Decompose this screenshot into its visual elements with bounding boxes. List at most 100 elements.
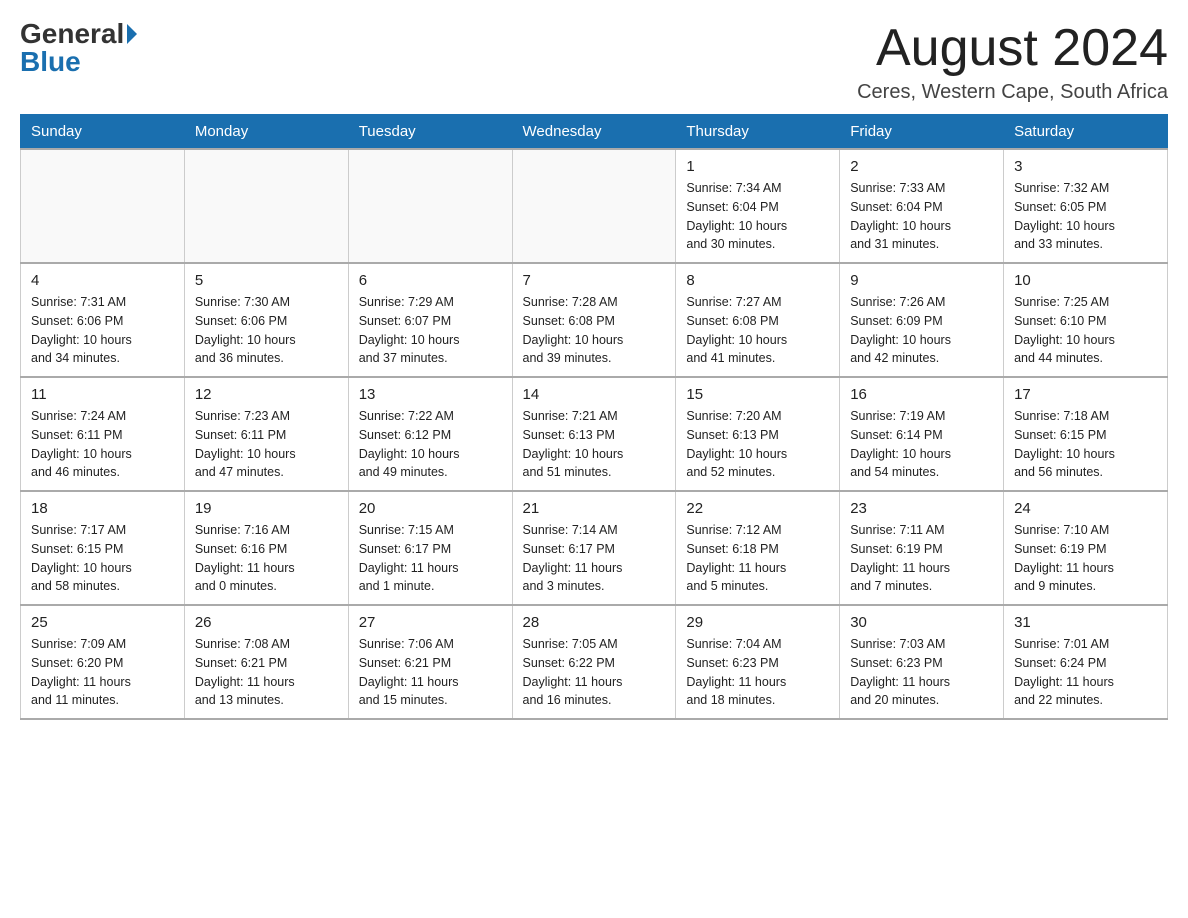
day-info: Sunrise: 7:14 AMSunset: 6:17 PMDaylight:… [523,521,666,596]
day-number: 17 [1014,386,1157,403]
day-number: 15 [686,386,829,403]
day-info: Sunrise: 7:20 AMSunset: 6:13 PMDaylight:… [686,407,829,482]
day-info: Sunrise: 7:05 AMSunset: 6:22 PMDaylight:… [523,635,666,710]
day-info: Sunrise: 7:09 AMSunset: 6:20 PMDaylight:… [31,635,174,710]
calendar-cell-empty-2 [348,149,512,263]
calendar-cell-16: 16 Sunrise: 7:19 AMSunset: 6:14 PMDayligh… [840,377,1004,491]
day-info: Sunrise: 7:16 AMSunset: 6:16 PMDaylight:… [195,521,338,596]
logo-arrow-icon [127,24,137,44]
day-number: 24 [1014,500,1157,517]
day-info: Sunrise: 7:11 AMSunset: 6:19 PMDaylight:… [850,521,993,596]
calendar-cell-15: 15 Sunrise: 7:20 AMSunset: 6:13 PMDayligh… [676,377,840,491]
calendar-cell-26: 26 Sunrise: 7:08 AMSunset: 6:21 PMDayligh… [184,605,348,719]
day-number: 6 [359,272,502,289]
day-number: 22 [686,500,829,517]
calendar-cell-24: 24 Sunrise: 7:10 AMSunset: 6:19 PMDayligh… [1004,491,1168,605]
day-number: 28 [523,614,666,631]
calendar-cell-6: 6 Sunrise: 7:29 AMSunset: 6:07 PMDaylight… [348,263,512,377]
calendar-table: SundayMondayTuesdayWednesdayThursdayFrid… [20,114,1168,720]
day-info: Sunrise: 7:18 AMSunset: 6:15 PMDaylight:… [1014,407,1157,482]
day-info: Sunrise: 7:01 AMSunset: 6:24 PMDaylight:… [1014,635,1157,710]
calendar-cell-22: 22 Sunrise: 7:12 AMSunset: 6:18 PMDayligh… [676,491,840,605]
day-number: 30 [850,614,993,631]
calendar-header-thursday: Thursday [676,115,840,150]
calendar-cell-21: 21 Sunrise: 7:14 AMSunset: 6:17 PMDayligh… [512,491,676,605]
day-number: 20 [359,500,502,517]
day-info: Sunrise: 7:17 AMSunset: 6:15 PMDaylight:… [31,521,174,596]
calendar-header-saturday: Saturday [1004,115,1168,150]
calendar-cell-30: 30 Sunrise: 7:03 AMSunset: 6:23 PMDayligh… [840,605,1004,719]
day-number: 16 [850,386,993,403]
calendar-cell-13: 13Sunrise: 7:22 AMSunset: 6:12 PMDayligh… [348,377,512,491]
day-number: 18 [31,500,174,517]
calendar-cell-20: 20 Sunrise: 7:15 AMSunset: 6:17 PMDayligh… [348,491,512,605]
day-info: Sunrise: 7:28 AMSunset: 6:08 PMDaylight:… [523,293,666,368]
day-number: 3 [1014,158,1157,175]
day-number: 12 [195,386,338,403]
calendar-cell-29: 29 Sunrise: 7:04 AMSunset: 6:23 PMDayligh… [676,605,840,719]
day-info: Sunrise: 7:32 AMSunset: 6:05 PMDaylight:… [1014,179,1157,254]
calendar-header-wednesday: Wednesday [512,115,676,150]
calendar-cell-12: 12 Sunrise: 7:23 AMSunset: 6:11 PMDayligh… [184,377,348,491]
day-info: Sunrise: 7:27 AMSunset: 6:08 PMDaylight:… [686,293,829,368]
day-number: 19 [195,500,338,517]
day-number: 31 [1014,614,1157,631]
calendar-header-monday: Monday [184,115,348,150]
day-number: 11 [31,386,174,403]
calendar-cell-empty-3 [512,149,676,263]
day-number: 29 [686,614,829,631]
calendar-cell-empty-0 [21,149,185,263]
calendar-week-row-1: 1Sunrise: 7:34 AMSunset: 6:04 PMDaylight… [21,149,1168,263]
calendar-header-friday: Friday [840,115,1004,150]
day-number: 5 [195,272,338,289]
logo: General Blue [20,20,137,76]
calendar-cell-11: 11 Sunrise: 7:24 AMSunset: 6:11 PMDayligh… [21,377,185,491]
calendar-week-row-2: 4Sunrise: 7:31 AMSunset: 6:06 PMDaylight… [21,263,1168,377]
day-info: Sunrise: 7:33 AMSunset: 6:04 PMDaylight:… [850,179,993,254]
day-info: Sunrise: 7:19 AMSunset: 6:14 PMDaylight:… [850,407,993,482]
calendar-cell-3: 3 Sunrise: 7:32 AMSunset: 6:05 PMDaylight… [1004,149,1168,263]
calendar-cell-7: 7 Sunrise: 7:28 AMSunset: 6:08 PMDaylight… [512,263,676,377]
calendar-week-row-4: 18 Sunrise: 7:17 AMSunset: 6:15 PMDayligh… [21,491,1168,605]
day-number: 9 [850,272,993,289]
day-info: Sunrise: 7:08 AMSunset: 6:21 PMDaylight:… [195,635,338,710]
day-info: Sunrise: 7:04 AMSunset: 6:23 PMDaylight:… [686,635,829,710]
calendar-cell-8: 8 Sunrise: 7:27 AMSunset: 6:08 PMDaylight… [676,263,840,377]
calendar-cell-23: 23 Sunrise: 7:11 AMSunset: 6:19 PMDayligh… [840,491,1004,605]
title-section: August 2024 Ceres, Western Cape, South A… [857,20,1168,104]
day-info: Sunrise: 7:29 AMSunset: 6:07 PMDaylight:… [359,293,502,368]
day-info: Sunrise: 7:25 AMSunset: 6:10 PMDaylight:… [1014,293,1157,368]
calendar-header-tuesday: Tuesday [348,115,512,150]
day-info: Sunrise: 7:15 AMSunset: 6:17 PMDaylight:… [359,521,502,596]
calendar-cell-1: 1Sunrise: 7:34 AMSunset: 6:04 PMDaylight… [676,149,840,263]
day-number: 10 [1014,272,1157,289]
day-info: Sunrise: 7:23 AMSunset: 6:11 PMDaylight:… [195,407,338,482]
day-info: Sunrise: 7:10 AMSunset: 6:19 PMDaylight:… [1014,521,1157,596]
calendar-cell-28: 28 Sunrise: 7:05 AMSunset: 6:22 PMDayligh… [512,605,676,719]
page-header: General Blue August 2024 Ceres, Western … [20,20,1168,104]
location-title: Ceres, Western Cape, South Africa [857,81,1168,104]
calendar-cell-4: 4Sunrise: 7:31 AMSunset: 6:06 PMDaylight… [21,263,185,377]
calendar-cell-31: 31 Sunrise: 7:01 AMSunset: 6:24 PMDayligh… [1004,605,1168,719]
day-info: Sunrise: 7:30 AMSunset: 6:06 PMDaylight:… [195,293,338,368]
day-number: 25 [31,614,174,631]
calendar-cell-10: 10 Sunrise: 7:25 AMSunset: 6:10 PMDayligh… [1004,263,1168,377]
calendar-week-row-5: 25 Sunrise: 7:09 AMSunset: 6:20 PMDayligh… [21,605,1168,719]
day-number: 8 [686,272,829,289]
day-number: 14 [523,386,666,403]
day-info: Sunrise: 7:24 AMSunset: 6:11 PMDaylight:… [31,407,174,482]
day-info: Sunrise: 7:12 AMSunset: 6:18 PMDaylight:… [686,521,829,596]
calendar-cell-18: 18 Sunrise: 7:17 AMSunset: 6:15 PMDayligh… [21,491,185,605]
calendar-cell-17: 17 Sunrise: 7:18 AMSunset: 6:15 PMDayligh… [1004,377,1168,491]
day-number: 27 [359,614,502,631]
day-info: Sunrise: 7:03 AMSunset: 6:23 PMDaylight:… [850,635,993,710]
logo-blue-text: Blue [20,48,81,76]
calendar-cell-14: 14 Sunrise: 7:21 AMSunset: 6:13 PMDayligh… [512,377,676,491]
calendar-cell-9: 9Sunrise: 7:26 AMSunset: 6:09 PMDaylight… [840,263,1004,377]
day-number: 7 [523,272,666,289]
calendar-cell-25: 25 Sunrise: 7:09 AMSunset: 6:20 PMDayligh… [21,605,185,719]
day-number: 21 [523,500,666,517]
day-info: Sunrise: 7:21 AMSunset: 6:13 PMDaylight:… [523,407,666,482]
day-number: 23 [850,500,993,517]
day-number: 26 [195,614,338,631]
